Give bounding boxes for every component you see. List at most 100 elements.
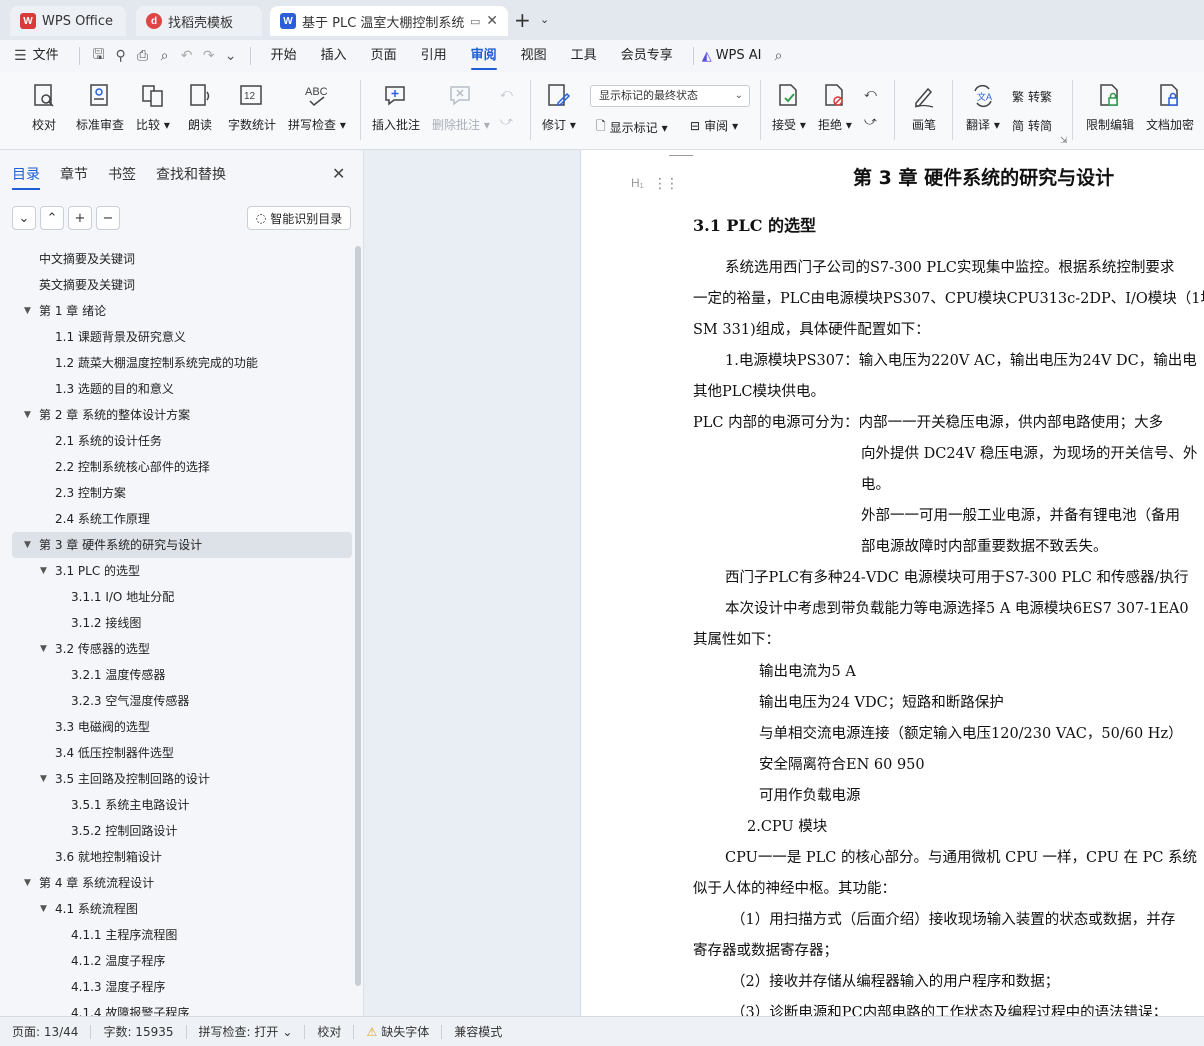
read-aloud-button[interactable]: 朗读 [186,82,214,133]
tab-document[interactable]: W 基于 PLC 温室大棚控制系统设 ▭ ✕ [270,6,508,36]
toc-item[interactable]: 1.2 蔬菜大棚温度控制系统完成的功能 [12,350,352,376]
compare-button[interactable]: 比较 ▾ [136,82,170,133]
proofread-button[interactable]: 校对 [30,82,58,133]
to-traditional-button[interactable]: 繁转繁 [1012,88,1052,105]
delete-comment-button[interactable]: 删除批注 ▾ [432,82,490,133]
pen-button[interactable]: 画笔 [910,82,938,133]
menu-member[interactable]: 会员专享 [609,40,685,72]
page-indicator[interactable]: 页面: 13/44 [0,1023,90,1040]
insert-comment-button[interactable]: 插入批注 [372,82,420,133]
expand-arrow-icon[interactable]: ▼ [24,870,31,896]
expand-arrow-icon[interactable]: ▼ [24,402,31,428]
toc-item[interactable]: ▼ 4.1 系统流程图 [12,896,352,922]
toc-item[interactable]: 2.3 控制方案 [12,480,352,506]
menu-wps-ai[interactable]: WPS AI [716,40,768,72]
toc-item[interactable]: 1.1 课题背景及研究意义 [12,324,352,350]
expand-arrow-icon[interactable]: ▼ [40,896,47,922]
new-tab-icon[interactable]: + [514,10,531,30]
search-icon[interactable]: ⌕ [768,45,790,67]
toc-item[interactable]: 2.1 系统的设计任务 [12,428,352,454]
expand-arrow-icon[interactable]: ▼ [40,766,47,792]
track-changes-button[interactable]: 修订 ▾ [542,82,576,133]
menu-view[interactable]: 视图 [509,40,559,72]
toc-item[interactable]: 4.1.1 主程序流程图 [12,922,352,948]
save-icon[interactable]: 🖫 [88,45,110,67]
smart-toc-button[interactable]: ◌ 智能识别目录 [247,206,351,230]
show-markup-button[interactable]: 🗋 显示标记 ▾ [596,117,668,138]
expand-down-button[interactable]: ⌄ [12,206,36,230]
toc-item[interactable]: 4.1.3 湿度子程序 [12,974,352,1000]
add-level-button[interactable]: + [68,206,92,230]
toc-item[interactable]: ▼ 3.2 传感器的选型 [12,636,352,662]
scrollbar[interactable] [355,246,361,986]
toc-item[interactable]: ▼ 第 3 章 硬件系统的研究与设计 [12,532,352,558]
document-page[interactable]: H₁ ⋮⋮ 第 3 章 硬件系统的研究与设计 3.1 PLC 的选型 系统选用西… [580,150,1204,1016]
close-icon[interactable]: ✕ [332,164,345,183]
tab-find-replace[interactable]: 查找和替换 [156,164,226,184]
toc-item[interactable]: ▼ 第 2 章 系统的整体设计方案 [12,402,352,428]
spell-check-indicator[interactable]: 拼写检查: 打开 ⌄ [187,1023,305,1040]
menu-reference[interactable]: 引用 [409,40,459,72]
missing-font-indicator[interactable]: ⚠ 缺失字体 [354,1023,441,1040]
menu-file[interactable]: 文件 [27,40,71,72]
pin-icon[interactable]: ⚲ [110,45,132,67]
encrypt-button[interactable]: 文档加密 [1146,82,1194,133]
chevron-down-icon[interactable]: ⌄ [540,13,549,26]
menu-insert[interactable]: 插入 [309,40,359,72]
collapse-up-button[interactable]: ⌃ [40,206,64,230]
word-count-button[interactable]: 12 字数统计 [228,82,276,133]
toc-item[interactable]: 3.5.2 控制回路设计 [12,818,352,844]
toc-item[interactable]: 3.3 电磁阀的选型 [12,714,352,740]
next-comment-icon[interactable]: ⤻ [500,114,513,129]
menu-page[interactable]: 页面 [359,40,409,72]
to-simplified-button[interactable]: 简转简 [1012,117,1052,134]
toc-item[interactable]: 2.4 系统工作原理 [12,506,352,532]
toc-item[interactable]: 4.1.2 温度子程序 [12,948,352,974]
toc-item[interactable]: 3.4 低压控制器件选型 [12,740,352,766]
remove-level-button[interactable]: − [96,206,120,230]
tab-templates[interactable]: d 找稻壳模板 [136,6,262,36]
monitor-icon[interactable]: ▭ [470,15,480,28]
toc-item[interactable]: 3.2.1 温度传感器 [12,662,352,688]
toc-item[interactable]: ▼ 第 4 章 系统流程设计 [12,870,352,896]
print-icon[interactable]: ⎙ [132,45,154,67]
print-preview-icon[interactable]: ⌕ [154,45,176,67]
translate-button[interactable]: 文A 翻译 ▾ [966,82,1000,133]
previous-change-icon[interactable]: ⤺ [864,86,877,101]
standard-review-button[interactable]: 标准审查 [76,82,124,133]
reject-button[interactable]: 拒绝 ▾ [818,82,852,133]
review-pane-button[interactable]: ⊟ 审阅 ▾ [690,117,738,134]
toc-item[interactable]: 3.1.2 接线图 [12,610,352,636]
tab-toc[interactable]: 目录 [12,164,40,190]
previous-comment-icon[interactable]: ⤺ [500,86,513,101]
menu-review[interactable]: 审阅 [459,40,509,72]
expand-arrow-icon[interactable]: ▼ [24,532,31,558]
word-count-indicator[interactable]: 字数: 15935 [91,1023,185,1040]
expand-group-icon[interactable]: ⇲ [1060,136,1068,146]
tab-bookmarks[interactable]: 书签 [108,164,136,184]
undo-icon[interactable]: ↶ [176,45,198,67]
display-state-select[interactable]: 显示标记的最终状态 ⌄ [590,85,750,107]
toc-item[interactable]: ▼ 3.1 PLC 的选型 [12,558,352,584]
toc-item[interactable]: ▼ 第 1 章 绪论 [12,298,352,324]
toc-item[interactable]: 3.1.1 I/O 地址分配 [12,584,352,610]
expand-arrow-icon[interactable]: ▼ [40,558,47,584]
hamburger-icon[interactable]: ☰ [14,48,27,64]
drag-handle-icon[interactable]: ⋮⋮ [653,176,679,192]
toc-item[interactable]: 3.2.3 空气湿度传感器 [12,688,352,714]
restrict-edit-button[interactable]: 限制编辑 [1086,82,1134,133]
proofread-indicator[interactable]: 校对 [305,1023,353,1040]
toc-item[interactable]: 英文摘要及关键词 [12,272,352,298]
menu-tools[interactable]: 工具 [559,40,609,72]
tab-wps-office[interactable]: W WPS Office [10,6,126,36]
close-icon[interactable]: ✕ [486,13,498,29]
expand-arrow-icon[interactable]: ▼ [24,298,31,324]
menu-home[interactable]: 开始 [259,40,309,72]
spell-check-button[interactable]: ABC 拼写检查 ▾ [288,82,346,133]
next-change-icon[interactable]: ⤻ [864,114,877,129]
toc-item[interactable]: 2.2 控制系统核心部件的选择 [12,454,352,480]
accept-button[interactable]: 接受 ▾ [772,82,806,133]
toc-item[interactable]: 1.3 选题的目的和意义 [12,376,352,402]
tab-chapters[interactable]: 章节 [60,164,88,184]
toc-item[interactable]: 3.6 就地控制箱设计 [12,844,352,870]
